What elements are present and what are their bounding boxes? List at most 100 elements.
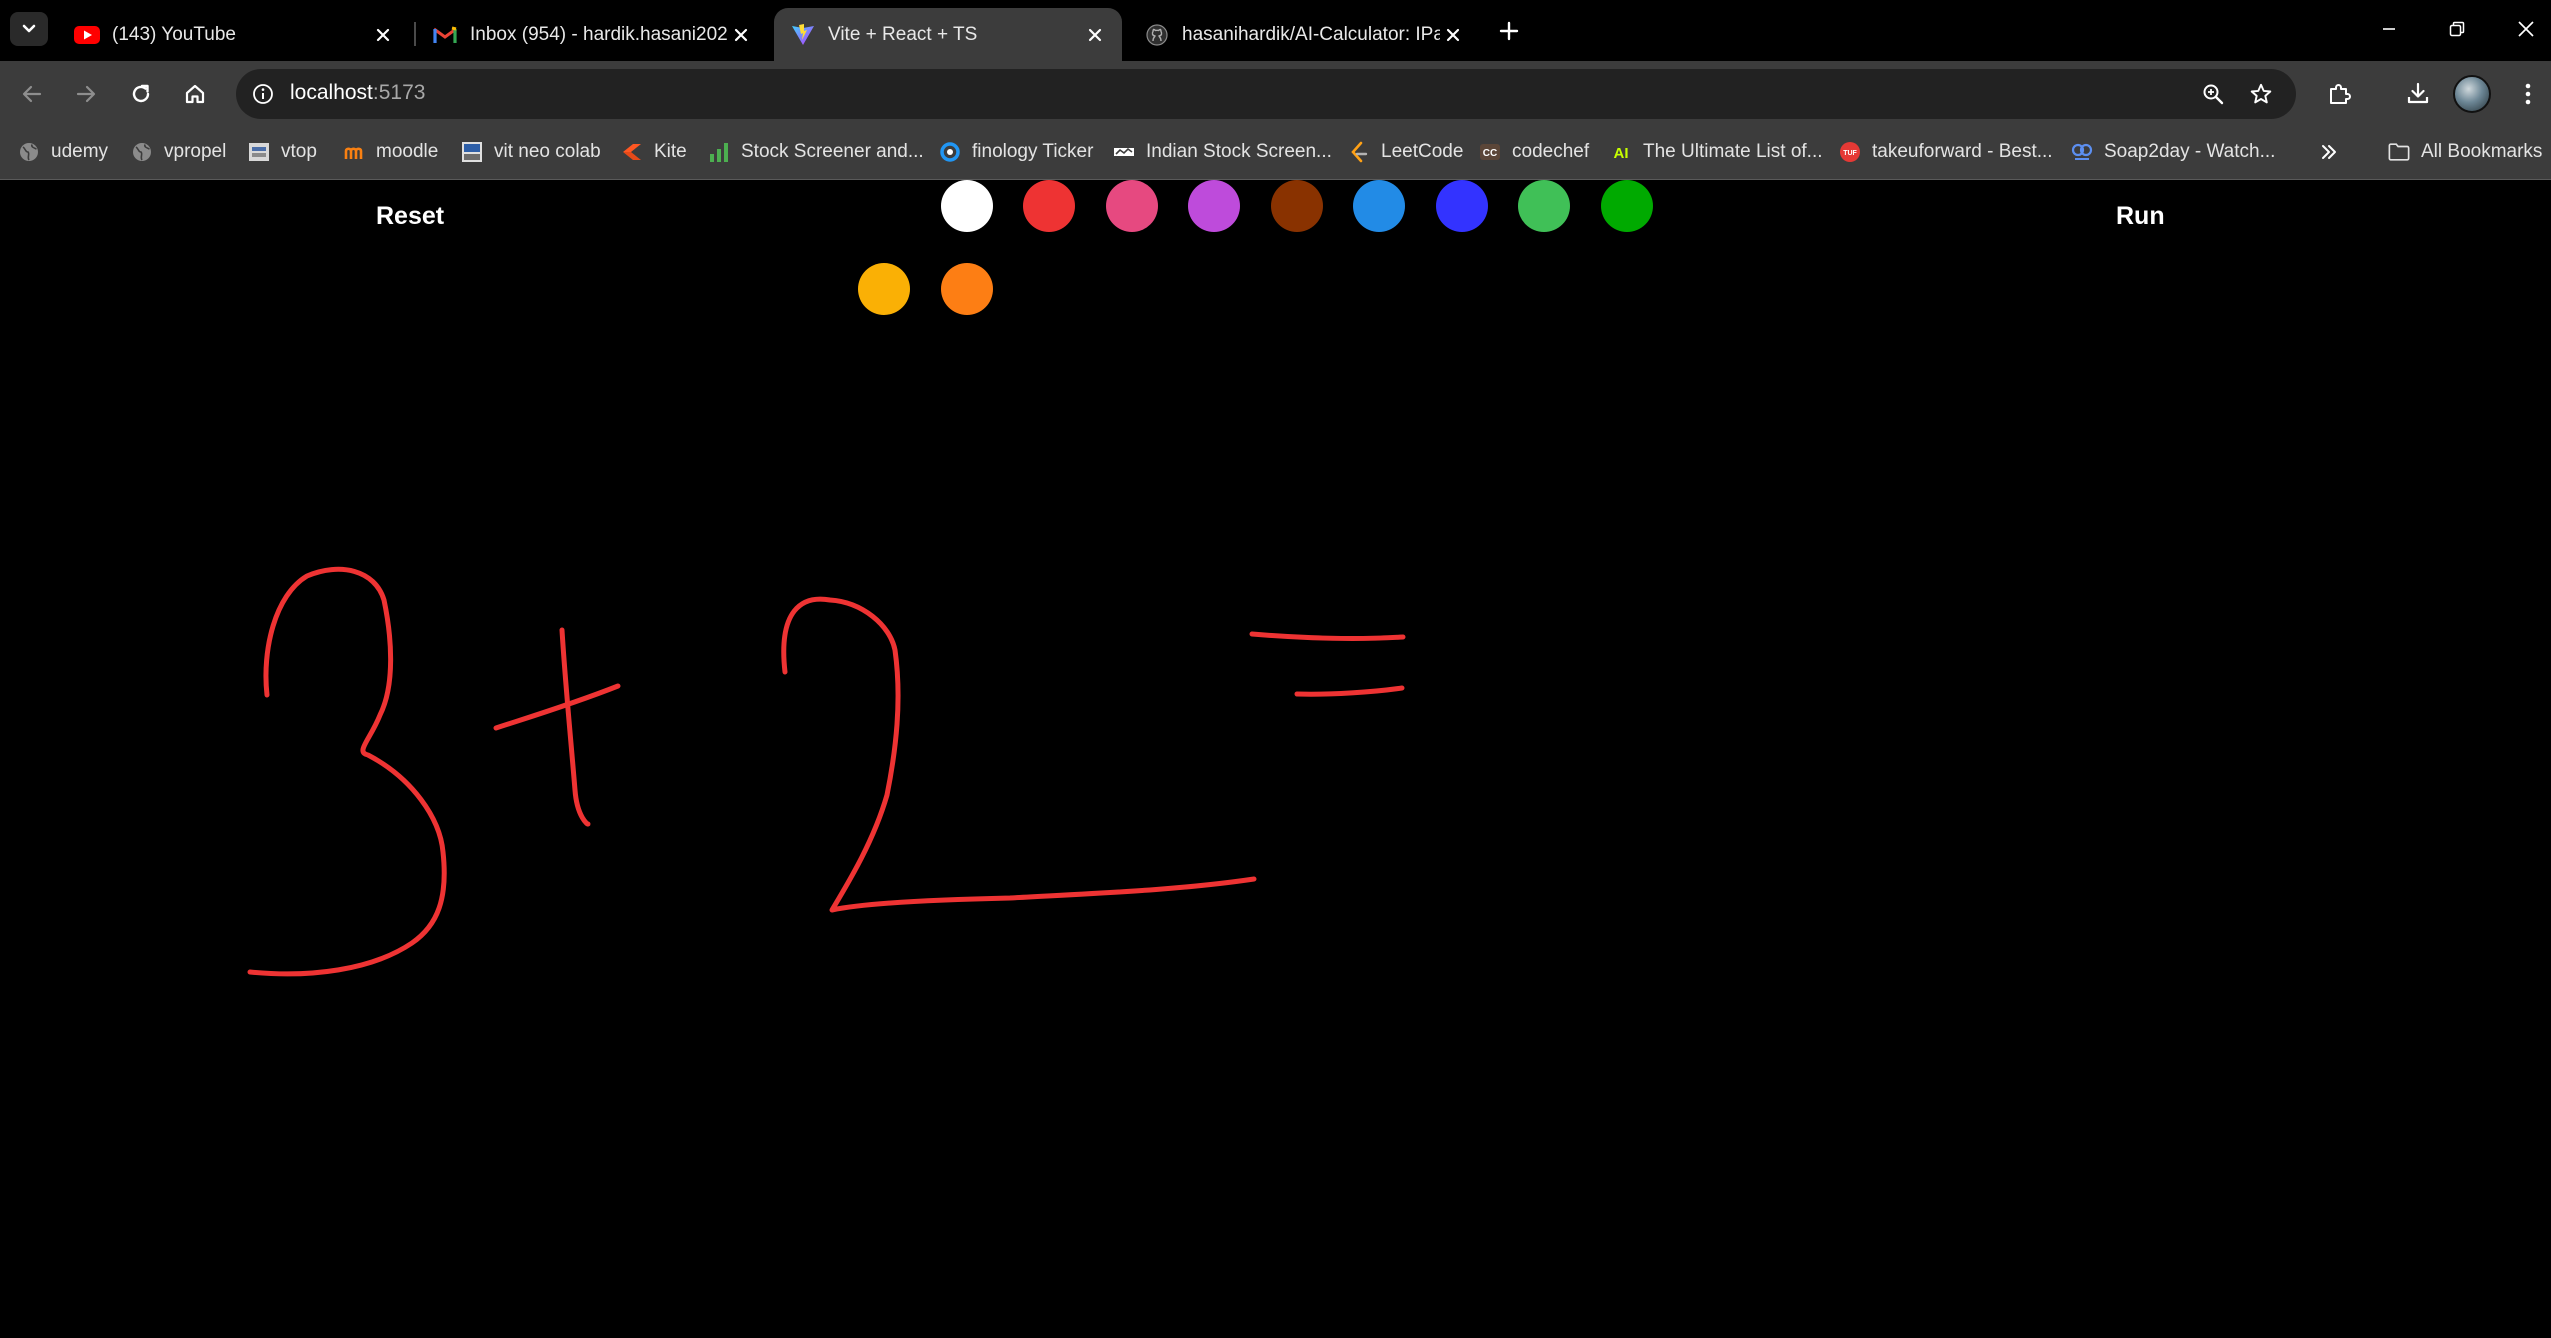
color-swatch-white[interactable]: [941, 180, 993, 232]
finology-icon: [939, 141, 961, 163]
bookmark-label: moodle: [376, 141, 439, 162]
url-port: :5173: [372, 81, 426, 104]
leetcode-icon: [1348, 141, 1370, 163]
color-swatch-green[interactable]: [1601, 180, 1653, 232]
profile-avatar[interactable]: [2453, 75, 2491, 113]
drawing-canvas[interactable]: [0, 180, 2551, 1338]
reset-button[interactable]: Reset: [376, 202, 444, 231]
restore-button[interactable]: [2422, 0, 2492, 58]
folder-icon: [2388, 141, 2410, 163]
bookmark-label: finology Ticker: [972, 141, 1094, 162]
bookmark-label: Soap2day - Watch...: [2104, 141, 2276, 162]
double-chevron-right-icon: [2322, 145, 2336, 159]
url-text[interactable]: localhost:5173: [290, 81, 425, 105]
close-tab-icon[interactable]: [728, 22, 754, 48]
home-button[interactable]: [175, 74, 215, 114]
minimize-button[interactable]: [2354, 0, 2424, 58]
zoom-icon[interactable]: [2196, 77, 2230, 111]
bookmark-indian-stock-screener[interactable]: Indian Stock Screen...: [1113, 137, 1332, 167]
more-bookmarks-button[interactable]: [2319, 137, 2339, 167]
back-button[interactable]: [12, 74, 52, 114]
minimize-icon: [2383, 28, 2395, 30]
tab-search-button[interactable]: [10, 12, 48, 46]
kite-icon: [621, 141, 643, 163]
codechef-icon: CC: [1479, 141, 1501, 163]
bookmark-leetcode[interactable]: LeetCode: [1348, 137, 1463, 167]
tab-vite-react[interactable]: Vite + React + TS: [774, 8, 1122, 61]
bookmark-codechef[interactable]: CC codechef: [1479, 137, 1589, 167]
bookmark-moodle[interactable]: moodle: [343, 137, 438, 167]
color-swatch-black[interactable]: [858, 180, 910, 232]
bookmark-label: vtop: [281, 141, 317, 162]
handwritten-digit-3: [247, 566, 447, 977]
downloads-button[interactable]: [2398, 74, 2438, 114]
bookmark-label: LeetCode: [1381, 141, 1464, 162]
bookmark-kite[interactable]: Kite: [621, 137, 687, 167]
new-tab-button[interactable]: [1490, 12, 1528, 50]
bookmark-star-icon[interactable]: [2244, 77, 2278, 111]
color-swatch-pink[interactable]: [1106, 180, 1158, 232]
home-icon: [185, 84, 205, 104]
close-tab-icon[interactable]: [370, 22, 396, 48]
close-tab-icon[interactable]: [1440, 22, 1466, 48]
reload-button[interactable]: [121, 74, 161, 114]
bookmark-label: vit neo colab: [494, 141, 601, 162]
browser-menu-button[interactable]: [2508, 74, 2548, 114]
bookmark-label: All Bookmarks: [2421, 141, 2543, 162]
vite-logo-icon: [790, 22, 816, 48]
tab-title: Inbox (954) - hardik.hasani2022: [470, 23, 728, 45]
run-button[interactable]: Run: [2116, 202, 2165, 231]
bookmark-ultimate-list[interactable]: AI The Ultimate List of...: [1610, 137, 1823, 167]
close-tab-icon[interactable]: [1082, 22, 1108, 48]
soap2day-icon: [2071, 141, 2093, 163]
forward-button[interactable]: [66, 74, 106, 114]
bookmark-vpropel[interactable]: vpropel: [131, 137, 226, 167]
tab-gmail[interactable]: Inbox (954) - hardik.hasani2022: [416, 8, 768, 61]
tab-youtube[interactable]: (143) YouTube: [58, 8, 410, 61]
puzzle-icon: [2330, 84, 2351, 104]
close-window-button[interactable]: [2491, 0, 2551, 58]
color-swatch-yellow[interactable]: [858, 263, 910, 315]
bookmark-label: vpropel: [164, 141, 227, 162]
handwritten-plus-vertical: [559, 627, 591, 827]
all-bookmarks-button[interactable]: All Bookmarks: [2388, 137, 2542, 167]
color-swatch-purple[interactable]: [1188, 180, 1240, 232]
plus-icon: [1499, 21, 1519, 41]
neo-colab-icon: [461, 141, 483, 163]
color-swatch-sky-blue[interactable]: [1353, 180, 1405, 232]
svg-text:CC: CC: [1483, 148, 1497, 159]
bookmarks-bar: udemy vpropel vtop moodle vit neo colab …: [0, 126, 2551, 180]
bookmark-vtop[interactable]: vtop: [248, 137, 317, 167]
bookmark-soap2day[interactable]: Soap2day - Watch...: [2071, 137, 2275, 167]
bookmark-udemy[interactable]: udemy: [18, 137, 108, 167]
bookmark-vit-neo-colab[interactable]: vit neo colab: [461, 137, 601, 167]
chevron-down-icon: [22, 24, 36, 33]
color-swatch-blue[interactable]: [1436, 180, 1488, 232]
svg-text:TUF: TUF: [1843, 150, 1857, 157]
gmail-icon: [432, 22, 458, 48]
color-swatch-red[interactable]: [1023, 180, 1075, 232]
screener-icon: [1113, 141, 1135, 163]
bookmark-label: udemy: [51, 141, 109, 162]
close-icon: [2518, 21, 2534, 37]
vtop-favicon-icon: [248, 141, 270, 163]
bookmark-label: The Ultimate List of...: [1643, 141, 1823, 162]
bookmark-finology-ticker[interactable]: finology Ticker: [939, 137, 1093, 167]
color-swatch-brown[interactable]: [1271, 180, 1323, 232]
tuf-icon: TUF: [1839, 141, 1861, 163]
extensions-button[interactable]: [2320, 74, 2360, 114]
tab-github[interactable]: hasanihardik/AI-Calculator: IPad: [1128, 8, 1480, 61]
globe-icon: [131, 141, 153, 163]
address-bar[interactable]: localhost:5173: [236, 69, 2296, 119]
site-info-icon[interactable]: [246, 77, 280, 111]
ai-icon: AI: [1610, 141, 1632, 163]
color-swatch-light-green[interactable]: [1518, 180, 1570, 232]
handwritten-equals-top: [1249, 631, 1406, 641]
bookmark-stock-screener[interactable]: Stock Screener and...: [708, 137, 924, 167]
bookmark-takeuforward[interactable]: TUF takeuforward - Best...: [1839, 137, 2053, 167]
globe-icon: [18, 141, 40, 163]
color-swatch-orange[interactable]: [941, 263, 993, 315]
handwritten-digit-2: [781, 596, 1257, 913]
drawing-app: Reset Run: [0, 180, 2551, 1338]
tab-strip: (143) YouTube Inbox (954) - hardik.hasan…: [0, 0, 2551, 61]
